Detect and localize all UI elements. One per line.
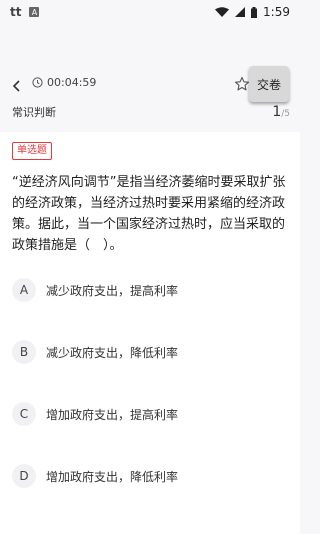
option-d[interactable]: D 增加政府支出，降低利率 [12,461,288,491]
option-letter-circle: C [12,402,36,426]
wifi-icon [215,7,230,17]
battery-icon [251,6,258,18]
signal-icon [235,7,246,17]
back-arrow-icon[interactable] [10,78,24,92]
exam-header: 00:04:59 交卷 [0,62,300,106]
status-bar: tt A 1:59 [0,0,300,24]
countdown-timer: 00:04:59 [32,76,96,89]
option-letter-circle: B [12,340,36,364]
total-question-count: /5 [281,109,290,119]
option-c[interactable]: C 增加政府支出，提高利率 [12,399,288,429]
option-a[interactable]: A 减少政府支出，提高利率 [12,275,288,305]
favorite-star-icon[interactable] [234,76,250,92]
question-progress: 1/5 [272,104,290,120]
option-text: 增加政府支出，提高利率 [46,407,179,422]
timer-text: 00:04:59 [47,76,97,89]
section-title: 常识判断 [12,106,56,119]
app-notification-icon: tt [10,5,22,19]
current-question-number: 1 [272,104,282,120]
status-bar-left: tt A [10,5,40,19]
question-card: 单选题 “逆经济风向调节”是指当经济萎缩时要采取扩张的经济政策，当经济过热时要采… [0,132,300,534]
clock-icon [32,77,43,88]
option-b[interactable]: B 减少政府支出，降低利率 [12,337,288,367]
option-letter-circle: A [12,278,36,302]
question-type-badge: 单选题 [12,142,52,160]
option-text: 增加政府支出，降低利率 [46,469,179,484]
option-text: 减少政府支出，提高利率 [46,283,179,298]
app-a-icon: A [29,7,40,17]
question-stem: “逆经济风向调节”是指当经济萎缩时要采取扩张的经济政策，当经济过热时要采用紧缩的… [12,175,286,253]
status-bar-right: 1:59 [215,5,290,19]
submit-exam-button[interactable]: 交卷 [249,66,289,102]
option-letter-circle: D [12,464,36,488]
option-text: 减少政府支出，降低利率 [46,345,179,360]
status-time: 1:59 [263,5,290,19]
